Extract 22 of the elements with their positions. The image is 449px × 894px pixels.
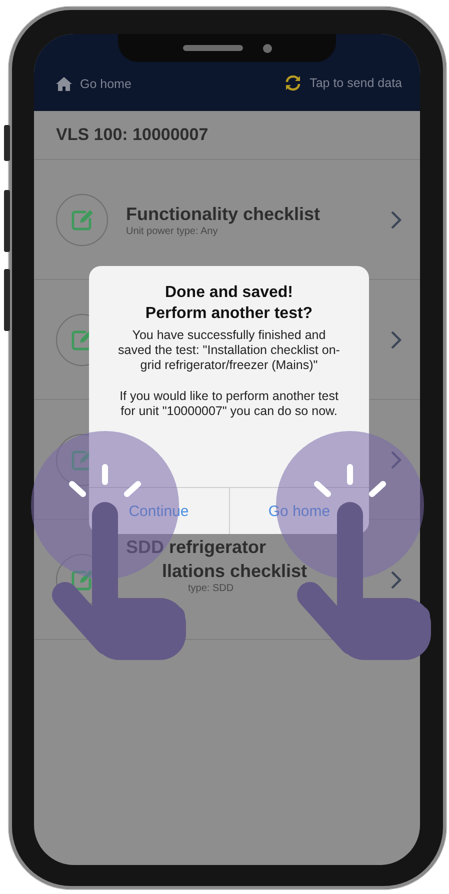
nav-text: Tap to send data	[310, 76, 402, 90]
edit-icon	[71, 568, 93, 590]
go-home-link[interactable]: Go home	[56, 77, 132, 91]
unit-title: VLS 100: 10000007	[56, 125, 208, 145]
home-icon	[56, 77, 72, 91]
edit-icon	[71, 208, 93, 230]
dialog-title: Done and saved! Perform another test?	[145, 283, 313, 324]
chevron-icon	[390, 210, 402, 230]
nav-text: Go home	[80, 77, 132, 91]
dialog-message: If you would like to perform another test for unit "10000007" you can do so now.	[118, 389, 340, 419]
power-type-text: type: SDD	[188, 583, 234, 594]
sync-icon	[284, 75, 302, 91]
chevron-icon	[390, 330, 402, 350]
checklist-title: llations checklist	[162, 560, 308, 583]
chevron-icon	[390, 450, 402, 470]
chevron-icon	[390, 570, 402, 590]
camera-icon	[262, 44, 272, 52]
dialog-message: You have successfully finished and saved the test: "Installation checklist on-grid refrigerator/freezer (Mains)"	[117, 328, 341, 373]
send-data-link[interactable]: Tap to send data	[284, 75, 402, 91]
checklist-title: Functionality checklist	[126, 203, 320, 226]
speaker-icon	[182, 45, 242, 51]
power-type-text: Unit power type: Any	[126, 226, 218, 237]
